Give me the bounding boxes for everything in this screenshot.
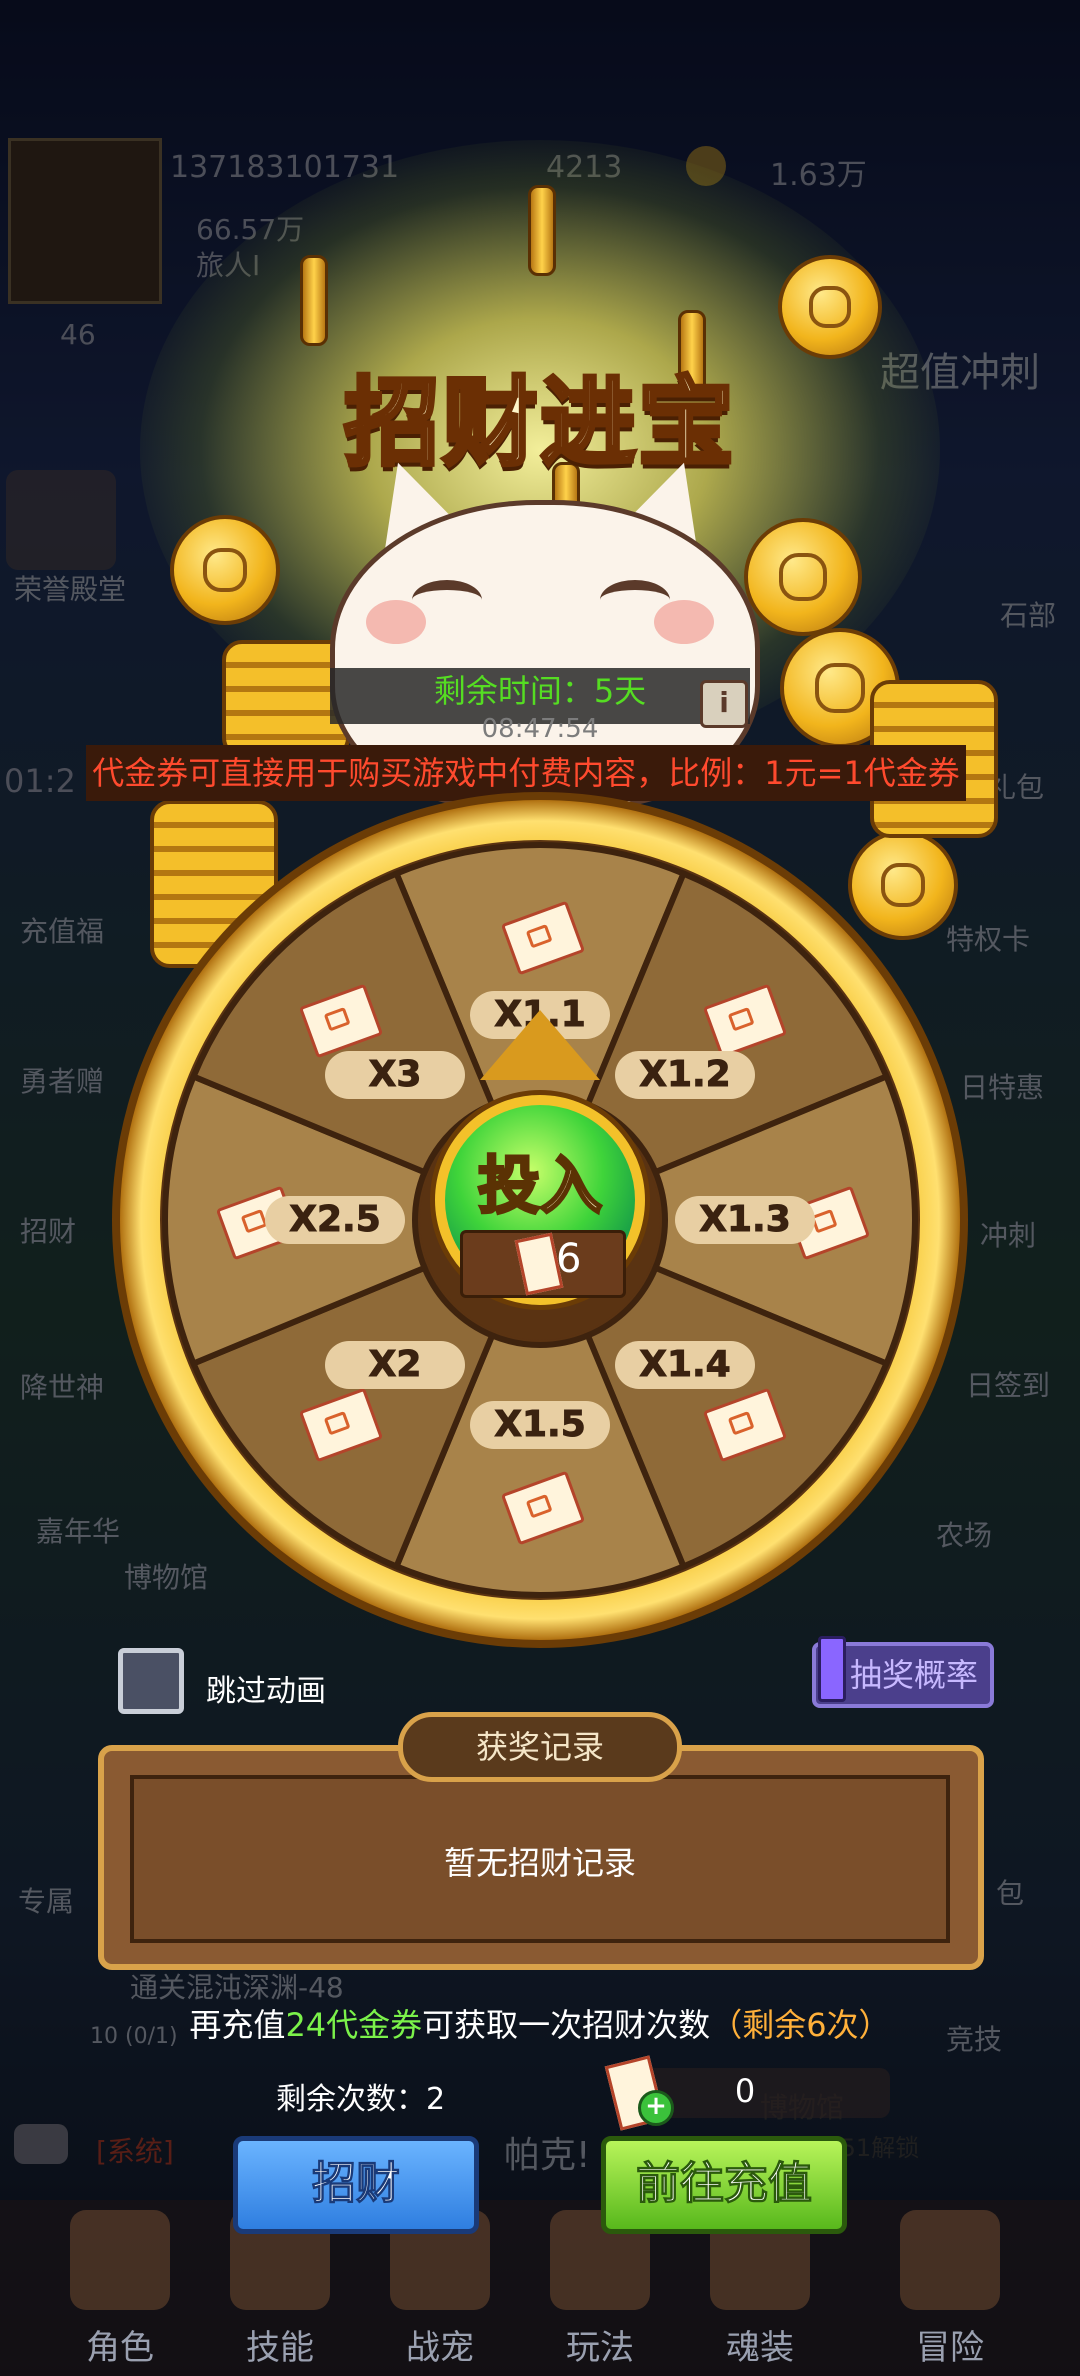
invest-label: 投入: [476, 1148, 603, 1224]
promo-middle: 可获取一次招财次数: [422, 2006, 711, 2044]
remaining-count: 剩余次数：2: [276, 2082, 446, 2117]
nav-label: 魂装: [726, 2328, 794, 2368]
wheel-segment-label: X1.3: [675, 1196, 815, 1244]
recharge-promo: 再充值24代金券可获取一次招财次数（剩余6次）: [0, 2000, 1080, 2046]
wheel-segment-label: X1.2: [614, 1051, 755, 1100]
gold-coin-icon: [170, 515, 280, 625]
wheel-segment-label: X1.5: [470, 1401, 610, 1449]
promo-remaining: （剩余6次）: [710, 2006, 891, 2044]
wheel-segment-label: X2: [325, 1340, 466, 1389]
nav-label: 技能: [246, 2328, 314, 2368]
wheel-segment-label: X2.5: [265, 1196, 405, 1244]
invest-cost: 6: [556, 1236, 582, 1282]
cat-cheek-right: [654, 600, 714, 644]
nav-label: 战宠: [406, 2328, 474, 2368]
spin-button[interactable]: 招财: [233, 2136, 479, 2234]
countdown-clock: 08:47:54: [481, 714, 599, 744]
nav-adventure[interactable]: 冒险: [875, 2200, 1025, 2376]
skip-animation-checkbox[interactable]: [118, 1648, 184, 1714]
helmet-icon: [70, 2210, 170, 2310]
nav-label: 冒险: [916, 2328, 984, 2368]
nav-role[interactable]: 角色: [45, 2200, 195, 2376]
gold-coin-icon: [744, 518, 862, 636]
record-title: 获奖记录: [398, 1712, 682, 1782]
promo-amount: 24代金券: [285, 2006, 423, 2044]
wheel-segment-label: X3: [325, 1051, 466, 1100]
recharge-button[interactable]: 前往充值: [601, 2136, 847, 2234]
skip-animation-label: 跳过动画: [206, 1674, 326, 1709]
wheel-pointer: [480, 1010, 600, 1080]
remaining-time: 剩余时间：5天: [433, 672, 647, 710]
event-title: 招财进宝: [342, 365, 736, 481]
map-icon: [900, 2210, 1000, 2310]
exclamation-icon: [818, 1636, 846, 1702]
coin-stick-1: [528, 185, 556, 276]
promo-prefix: 再充值: [189, 2006, 286, 2044]
wheel-segment-label: X1.4: [614, 1340, 755, 1389]
nav-label: 玩法: [566, 2328, 634, 2368]
nav-label: 角色: [86, 2328, 154, 2368]
cat-cheek-left: [366, 600, 426, 644]
gold-coin-icon: [778, 255, 882, 359]
info-icon[interactable]: i: [700, 680, 748, 728]
record-empty-text: 暂无招财记录: [443, 1844, 636, 1882]
voucher-count: 0: [734, 2072, 756, 2110]
plus-icon[interactable]: +: [638, 2090, 674, 2126]
coin-stick-2: [300, 255, 328, 346]
